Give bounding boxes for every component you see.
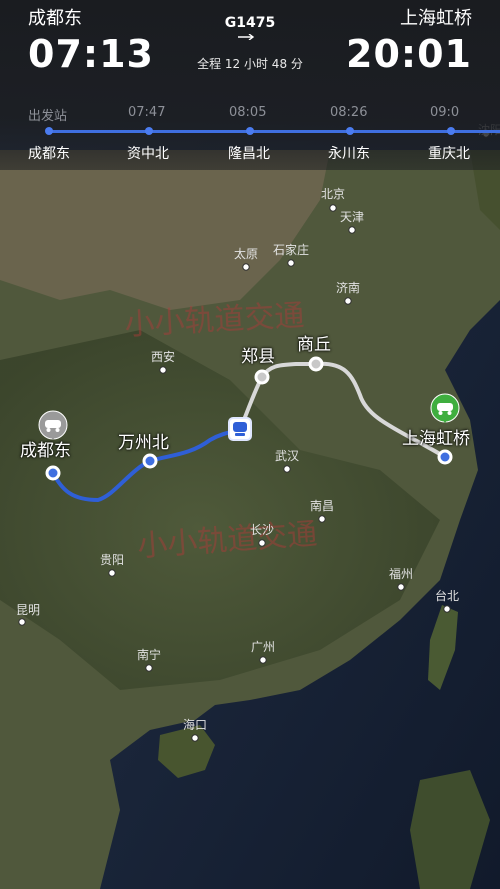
depart-time: 07:13 [28,32,154,76]
city-label-km: 昆明 [16,603,40,617]
stop-name-4[interactable]: 重庆北 [428,143,470,163]
route-label-wanzhou: 万州北 [118,433,169,453]
end-car-marker [430,393,460,423]
arrive-time: 20:01 [346,32,472,76]
city-label-sjz: 石家庄 [273,242,309,257]
city-label-jn: 济南 [336,280,360,295]
train-number[interactable]: G1475 [190,15,310,31]
stop-time-3: 08:26 [330,105,368,120]
city-dot-sjz [287,259,295,267]
city-dot-jn [344,297,352,305]
city-label-ty: 太原 [234,246,258,261]
route-label-end: 上海虹桥 [402,429,470,449]
stop-name-1[interactable]: 资中北 [127,143,169,163]
destination-city: 上海虹桥 [400,8,472,29]
city-label-tj: 天津 [340,210,364,224]
city-label-xa: 西安 [151,349,175,364]
stop-dot [346,127,354,135]
stop-time-1: 07:47 [128,105,166,120]
stop-time-2: 08:05 [229,105,267,120]
city-dot-ty [242,263,250,271]
chevron-right-arrow-icon [238,34,255,40]
city-label-wh: 武汉 [275,449,299,463]
city-dot-nc [318,515,326,523]
stop-dot [447,127,455,135]
stop-dot [45,127,53,135]
progress-line [47,130,500,133]
city-dot-tb [443,605,451,613]
total-duration: 全程 12 小时 48 分 [197,57,303,71]
city-dot-gz [259,656,267,664]
route-label-zhengzhou: 郑县 [241,347,275,367]
city-dot-fz [397,583,405,591]
city-label-cs: 长沙 [250,523,274,537]
stop-name-3[interactable]: 永川东 [328,143,370,163]
stop-dot [246,127,254,135]
city-label-nn: 南宁 [137,647,161,662]
city-label-tb: 台北 [435,588,459,603]
city-dot-wh [283,465,291,473]
city-dot-xa [159,366,167,374]
route-label-start: 成都东 [20,441,71,461]
train-marker[interactable] [228,417,252,441]
origin-city: 成都东 [28,8,82,29]
city-label-hk: 海口 [183,717,207,732]
city-dot-nn [145,664,153,672]
stop-name-0[interactable]: 成都东 [28,143,70,163]
stop-time-0: 出发站 [28,109,68,124]
city-dot-bj [329,204,337,212]
city-label-fz: 福州 [389,566,413,581]
city-label-gy: 贵阳 [100,553,124,567]
city-dot-gy [108,569,116,577]
stop-time-4: 09:0 [430,105,460,120]
stop-name-2[interactable]: 隆昌北 [228,143,270,163]
city-label-nc: 南昌 [310,498,334,513]
city-dot-cs [258,539,266,547]
city-label-bj: 北京 [321,187,345,201]
city-dot-tj [348,226,356,234]
stop-dot [145,127,153,135]
city-dot-hk [191,734,199,742]
city-dot-km [18,618,26,626]
route-label-shangqiu: 商丘 [297,335,331,355]
city-label-gz: 广州 [251,640,275,654]
